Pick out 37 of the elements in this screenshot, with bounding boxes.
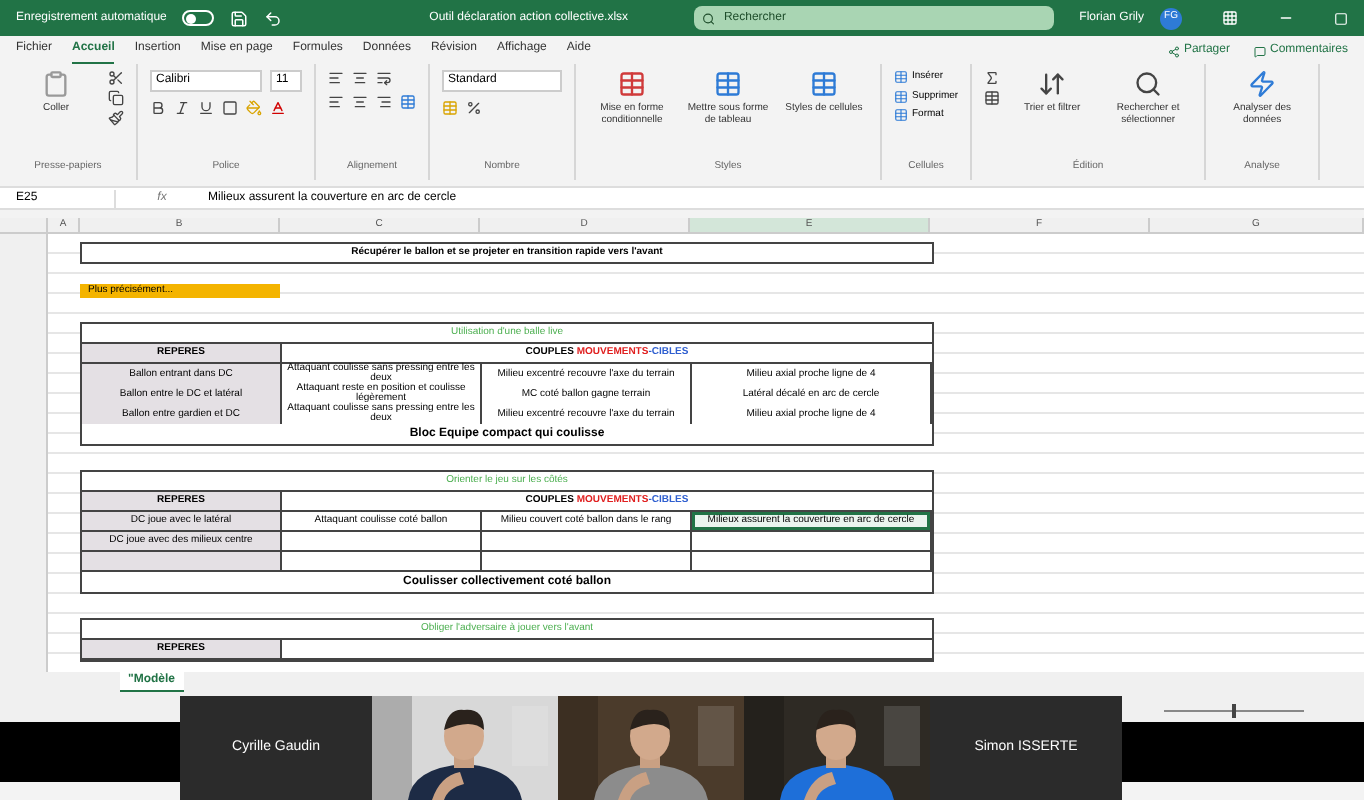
find-select-icon <box>1134 70 1163 98</box>
percent-icon[interactable] <box>466 100 482 116</box>
table-icon <box>894 108 908 123</box>
cut-icon[interactable] <box>108 70 124 86</box>
undo-icon[interactable] <box>264 9 283 27</box>
format-painter-icon[interactable] <box>108 110 124 126</box>
autosave-toggle[interactable] <box>182 10 215 26</box>
maximize-icon[interactable] <box>1334 11 1348 25</box>
italic-icon[interactable] <box>174 100 190 116</box>
merge-icon[interactable] <box>400 94 416 110</box>
fill-color-icon[interactable] <box>246 100 262 116</box>
fill-icon[interactable] <box>984 90 1001 106</box>
ribbon-display-icon[interactable] <box>1222 10 1238 26</box>
format-table-icon <box>714 70 742 98</box>
comment-icon <box>1253 45 1266 57</box>
align-center-icon[interactable] <box>352 94 368 110</box>
share-icon <box>1167 45 1180 57</box>
align-left-icon[interactable] <box>328 94 344 110</box>
sum-icon[interactable] <box>984 70 1001 86</box>
analyze-data-icon <box>1248 70 1277 98</box>
search-icon <box>702 11 716 25</box>
table-icon <box>894 89 908 104</box>
border-icon[interactable] <box>222 100 238 116</box>
paste-icon <box>42 70 70 98</box>
font-color-icon[interactable] <box>270 100 286 116</box>
wrap-text-icon[interactable] <box>376 70 392 86</box>
bold-icon[interactable] <box>150 100 166 116</box>
table-icon <box>894 70 908 85</box>
sort-filter-icon <box>1038 70 1067 98</box>
align-middle-icon[interactable] <box>352 70 368 86</box>
align-top-icon[interactable] <box>328 70 344 86</box>
copy-icon[interactable] <box>108 90 124 106</box>
underline-icon[interactable] <box>198 100 214 116</box>
conditional-format-icon <box>618 70 646 98</box>
save-icon[interactable] <box>230 9 249 27</box>
align-right-icon[interactable] <box>376 94 392 110</box>
cell-styles-icon <box>810 70 838 98</box>
